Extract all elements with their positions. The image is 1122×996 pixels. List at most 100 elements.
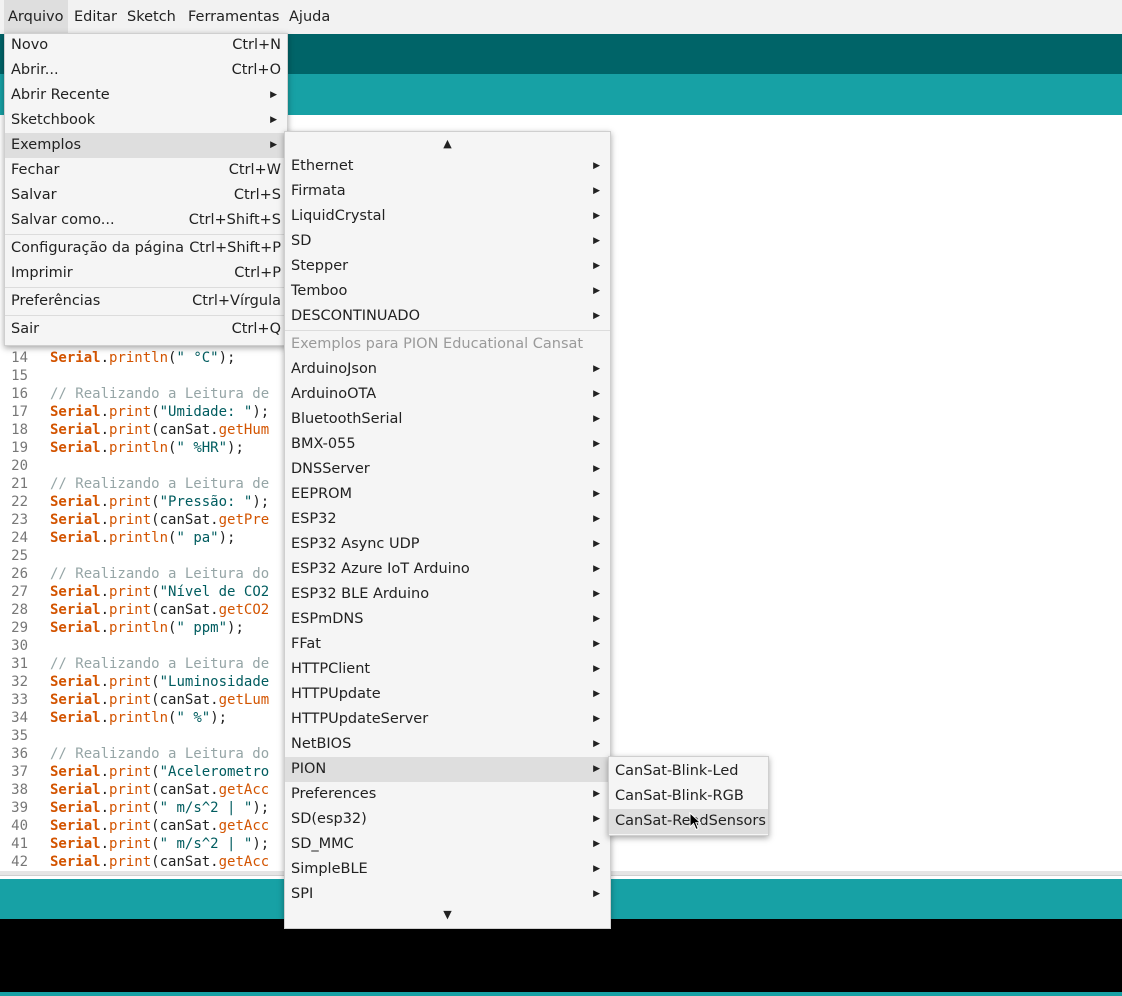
menu-item-salvar[interactable]: Salvar Ctrl+S <box>5 183 287 208</box>
scroll-down-arrow[interactable]: ▼ <box>285 907 610 923</box>
menu-ajuda[interactable]: Ajuda <box>285 0 334 34</box>
menu-item-httpclient[interactable]: HTTPClient ▶ <box>285 657 610 682</box>
menu-item-temboo[interactable]: Temboo ▶ <box>285 279 610 304</box>
code-token: getCO2 <box>218 602 270 618</box>
code-token: println <box>109 440 169 456</box>
code-token: // Realizando a Leitura do <box>50 566 270 582</box>
menu-item-arduinojson[interactable]: ArduinoJson ▶ <box>285 357 610 382</box>
menu-arquivo-label: Arquivo <box>8 9 64 25</box>
menu-item-sd[interactable]: SD ▶ <box>285 229 610 254</box>
line-number: 29 <box>11 620 28 636</box>
code-token: " m/s^2 | " <box>159 800 253 816</box>
code-token: ); <box>252 800 270 816</box>
submenu-arrow-icon: ▶ <box>593 814 600 824</box>
menu-sketch[interactable]: Sketch <box>123 0 180 34</box>
menu-item-httpupdate[interactable]: HTTPUpdate ▶ <box>285 682 610 707</box>
submenu-arrow-icon: ▶ <box>593 514 600 524</box>
menu-item-stepper[interactable]: Stepper ▶ <box>285 254 610 279</box>
code-token: Serial <box>50 800 101 816</box>
menu-item-label: Abrir... <box>11 62 59 78</box>
submenu-arrow-icon: ▶ <box>593 211 600 221</box>
line-number: 36 <box>11 746 28 762</box>
code-token: ); <box>227 620 244 636</box>
menu-item-ethernet[interactable]: Ethernet ▶ <box>285 154 610 179</box>
menu-item-sd-mmc[interactable]: SD_MMC ▶ <box>285 832 610 857</box>
code-token: . <box>100 620 110 636</box>
menu-item-sair[interactable]: Sair Ctrl+Q <box>5 317 287 342</box>
code-token: getPre <box>218 512 270 528</box>
menu-item-abrir[interactable]: Abrir... Ctrl+O <box>5 58 287 83</box>
menu-item-bluetoothserial[interactable]: BluetoothSerial ▶ <box>285 407 610 432</box>
menu-item-exemplos[interactable]: Exemplos ▶ <box>5 133 287 158</box>
menu-item-httpupdateserver[interactable]: HTTPUpdateServer ▶ <box>285 707 610 732</box>
line-number: 28 <box>11 602 28 618</box>
menu-item-esp32-ble-arduino[interactable]: ESP32 BLE Arduino ▶ <box>285 582 610 607</box>
menu-item-spi[interactable]: SPI ▶ <box>285 882 610 907</box>
code-token: . <box>100 800 110 816</box>
menu-separator <box>5 315 287 316</box>
code-text: Serial.print("Nível de CO2 <box>50 583 269 601</box>
code-token: println <box>109 620 169 636</box>
code-token: Serial <box>50 350 101 366</box>
footer-bar <box>0 992 1122 996</box>
menu-item-fechar[interactable]: Fechar Ctrl+W <box>5 158 287 183</box>
menu-item-label: SD <box>291 233 312 249</box>
menu-item-esp32-async-udp[interactable]: ESP32 Async UDP ▶ <box>285 532 610 557</box>
menu-item-bmx-055[interactable]: BMX-055 ▶ <box>285 432 610 457</box>
code-token: ); <box>227 440 244 456</box>
line-number: 14 <box>11 350 28 366</box>
menu-item-ffat[interactable]: FFat ▶ <box>285 632 610 657</box>
menu-item-arduinoota[interactable]: ArduinoOTA ▶ <box>285 382 610 407</box>
line-number: 42 <box>11 854 28 870</box>
menu-item-liquidcrystal[interactable]: LiquidCrystal ▶ <box>285 204 610 229</box>
scroll-up-arrow[interactable]: ▲ <box>285 136 610 152</box>
line-number: 33 <box>11 692 28 708</box>
menu-item-firmata[interactable]: Firmata ▶ <box>285 179 610 204</box>
menu-separator <box>5 287 287 288</box>
submenu-arrow-icon: ▶ <box>593 186 600 196</box>
menu-item-cansat-blink-led[interactable]: CanSat-Blink-Led <box>609 759 768 784</box>
console-output[interactable] <box>0 919 1122 992</box>
submenu-arrow-icon: ▶ <box>593 539 600 549</box>
mouse-cursor-icon <box>689 812 702 831</box>
menu-item-eeprom[interactable]: EEPROM ▶ <box>285 482 610 507</box>
menu-item-label: CanSat-Blink-RGB <box>615 788 744 804</box>
menu-item-label: Configuração da página <box>11 240 184 256</box>
menu-item-novo[interactable]: Novo Ctrl+N <box>5 33 287 58</box>
menu-item-preferences[interactable]: Preferences ▶ <box>285 782 610 807</box>
submenu-arrow-icon: ▶ <box>270 140 277 150</box>
menu-item-label: Temboo <box>291 283 348 299</box>
menu-ferramentas[interactable]: Ferramentas <box>184 0 283 34</box>
code-token: . <box>100 512 110 528</box>
menu-separator <box>5 234 287 235</box>
menu-item-cansat-blink-rgb[interactable]: CanSat-Blink-RGB <box>609 784 768 809</box>
menu-item-espmdns[interactable]: ESPmDNS ▶ <box>285 607 610 632</box>
menu-ferramentas-label: Ferramentas <box>188 9 280 25</box>
menu-item-prefer-ncias[interactable]: Preferências Ctrl+Vírgula <box>5 289 287 314</box>
line-number: 27 <box>11 584 28 600</box>
menu-item-sketchbook[interactable]: Sketchbook ▶ <box>5 108 287 133</box>
code-token: Serial <box>50 422 101 438</box>
code-token: getLum <box>218 692 270 708</box>
menu-item-netbios[interactable]: NetBIOS ▶ <box>285 732 610 757</box>
code-token: ( <box>151 764 160 780</box>
submenu-arrow-icon: ▶ <box>593 389 600 399</box>
menu-arquivo[interactable]: Arquivo <box>4 0 68 34</box>
menu-item-esp32[interactable]: ESP32 ▶ <box>285 507 610 532</box>
code-text: Serial.println(" %"); <box>50 709 227 727</box>
menu-item-label: ESP32 BLE Arduino <box>291 586 430 602</box>
menu-item-salvar-como[interactable]: Salvar como... Ctrl+Shift+S <box>5 208 287 233</box>
menu-item-simpleble[interactable]: SimpleBLE ▶ <box>285 857 610 882</box>
menu-item-dnsserver[interactable]: DNSServer ▶ <box>285 457 610 482</box>
menu-item-abrir-recente[interactable]: Abrir Recente ▶ <box>5 83 287 108</box>
menu-editar[interactable]: Editar <box>70 0 121 34</box>
menu-item-sd-esp32[interactable]: SD(esp32) ▶ <box>285 807 610 832</box>
menu-item-imprimir[interactable]: Imprimir Ctrl+P <box>5 261 287 286</box>
menu-item-configura-o-da-p-gina[interactable]: Configuração da página Ctrl+Shift+P <box>5 236 287 261</box>
menu-item-descontinuado[interactable]: DESCONTINUADO ▶ <box>285 304 610 329</box>
code-token: ( <box>151 404 160 420</box>
menu-item-label: SPI <box>291 886 314 902</box>
menu-item-pion[interactable]: PION ▶ <box>285 757 610 782</box>
menu-item-shortcut: Ctrl+O <box>231 62 281 78</box>
menu-item-esp32-azure-iot-arduino[interactable]: ESP32 Azure IoT Arduino ▶ <box>285 557 610 582</box>
